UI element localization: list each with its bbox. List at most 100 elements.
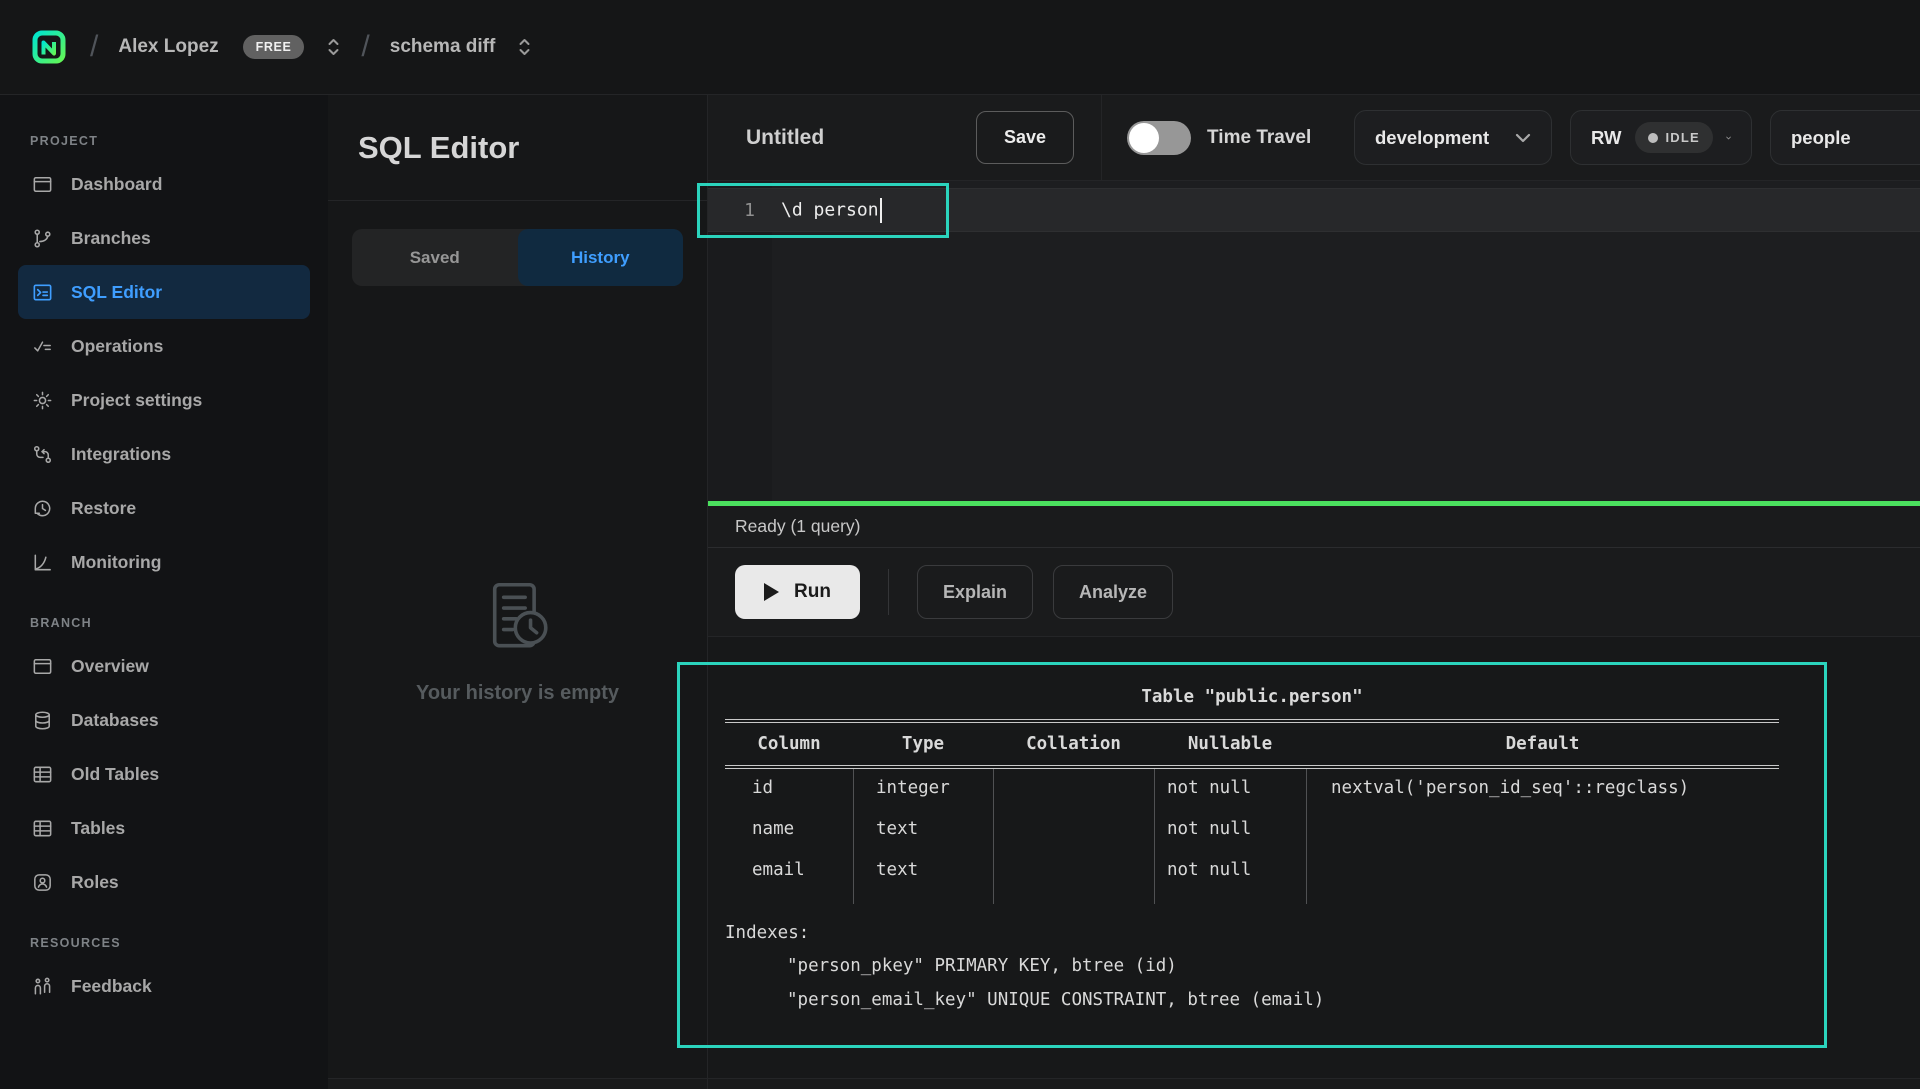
table-cell: nextval('person_id_seq'::regclass) <box>1306 769 1779 810</box>
save-button[interactable]: Save <box>976 111 1074 164</box>
explain-button[interactable]: Explain <box>917 565 1033 619</box>
actions-divider <box>888 569 889 615</box>
branches-icon <box>31 227 54 250</box>
indexes-section: Indexes: "person_pkey" PRIMARY KEY, btre… <box>725 917 1779 1017</box>
result-table-body: id integer not null nextval('person_id_s… <box>725 769 1779 904</box>
indexes-label: Indexes: <box>725 917 1779 949</box>
table-cell: id <box>725 769 853 810</box>
database-selector[interactable]: people <box>1770 110 1920 165</box>
results-panel: Table "public.person" Column Type Collat… <box>708 637 1920 1089</box>
sidebar-item-operations[interactable]: Operations <box>18 319 310 373</box>
connection-controls: development RW IDLE people <box>1354 110 1920 165</box>
sidebar-item-overview[interactable]: Overview <box>18 639 310 693</box>
status-dot-icon <box>1648 133 1658 143</box>
account-name[interactable]: Alex Lopez <box>118 36 218 58</box>
code-editor[interactable]: 1 \d person <box>708 181 1920 501</box>
table-cell <box>1306 851 1779 892</box>
sidebar-item-label: SQL Editor <box>71 282 162 303</box>
code-line[interactable]: 1 \d person <box>708 188 1920 232</box>
table-cell-extension <box>993 892 1154 904</box>
branch-selector[interactable]: development <box>1354 110 1552 165</box>
feedback-icon <box>31 975 54 998</box>
code-text: \d person <box>781 198 882 223</box>
column-header: Nullable <box>1154 723 1306 765</box>
sidebar-item-label: Dashboard <box>71 174 162 195</box>
line-number: 1 <box>708 200 772 221</box>
run-label: Run <box>794 581 831 603</box>
sql-editor-icon <box>31 281 54 304</box>
breadcrumb-separator: / <box>90 30 98 64</box>
table-cell <box>993 851 1154 892</box>
table-icon <box>31 817 54 840</box>
table-cell: name <box>725 810 853 851</box>
analyze-button[interactable]: Analyze <box>1053 565 1173 619</box>
sidebar-item-label: Roles <box>71 872 119 893</box>
sidebar-section-project: PROJECT <box>30 134 298 148</box>
saved-history-tabs: Saved History <box>352 229 683 286</box>
chevron-down-icon <box>1515 133 1531 143</box>
result-table-header: Column Type Collation Nullable Default <box>725 723 1779 765</box>
tab-saved[interactable]: Saved <box>352 229 518 286</box>
restore-icon <box>31 497 54 520</box>
sidebar-item-tables[interactable]: Tables <box>18 801 310 855</box>
time-travel-toggle[interactable] <box>1127 121 1191 155</box>
branch-selector-value: development <box>1375 127 1489 149</box>
sidebar-item-label: Integrations <box>71 444 171 465</box>
sidebar-item-restore[interactable]: Restore <box>18 481 310 535</box>
table-icon <box>31 763 54 786</box>
run-button[interactable]: Run <box>735 565 860 619</box>
sidebar-item-integrations[interactable]: Integrations <box>18 427 310 481</box>
column-header: Type <box>853 723 993 765</box>
sidebar-item-label: Branches <box>71 228 151 249</box>
sidebar-item-label: Databases <box>71 710 159 731</box>
sidebar-item-branches[interactable]: Branches <box>18 211 310 265</box>
neon-logo-icon[interactable] <box>28 26 70 68</box>
column-header: Collation <box>993 723 1154 765</box>
table-cell <box>993 769 1154 810</box>
sidebar-item-project-settings[interactable]: Project settings <box>18 373 310 427</box>
table-cell: not null <box>1154 810 1306 851</box>
overview-icon <box>31 655 54 678</box>
table-cell-extension <box>1154 892 1306 904</box>
result-table-title: Table "public.person" <box>725 679 1779 719</box>
project-switcher-icon[interactable] <box>517 35 532 59</box>
sidebar-item-label: Project settings <box>71 390 202 411</box>
compute-mode: RW <box>1591 127 1622 149</box>
table-cell-extension <box>1306 892 1779 904</box>
sidebar-item-databases[interactable]: Databases <box>18 693 310 747</box>
topbar: / Alex Lopez FREE / schema diff <box>0 0 1920 95</box>
compute-status: IDLE <box>1666 130 1700 145</box>
tab-history[interactable]: History <box>518 229 684 286</box>
sidebar-item-label: Restore <box>71 498 136 519</box>
sidebar-item-old-tables[interactable]: Old Tables <box>18 747 310 801</box>
annotation-box-results: Table "public.person" Column Type Collat… <box>677 662 1827 1048</box>
sidebar-item-dashboard[interactable]: Dashboard <box>18 157 310 211</box>
table-cell <box>1306 810 1779 851</box>
editor-main: Untitled Save Time Travel development RW… <box>708 95 1920 1089</box>
integrations-icon <box>31 443 54 466</box>
sidebar-item-roles[interactable]: Roles <box>18 855 310 909</box>
time-travel-label: Time Travel <box>1207 127 1311 149</box>
project-name[interactable]: schema diff <box>390 36 496 58</box>
status-bar: Ready (1 query) <box>708 506 1920 548</box>
empty-history-icon <box>475 574 561 660</box>
text-cursor <box>880 198 883 223</box>
sidebar-item-sql-editor[interactable]: SQL Editor <box>18 265 310 319</box>
toggle-knob <box>1129 123 1159 153</box>
query-title[interactable]: Untitled <box>746 126 976 150</box>
table-cell: email <box>725 851 853 892</box>
account-switcher-icon[interactable] <box>326 35 341 59</box>
breadcrumb-separator: / <box>361 30 369 64</box>
sidebar-section-branch: BRANCH <box>30 616 298 630</box>
compute-selector[interactable]: RW IDLE <box>1570 110 1752 165</box>
sidebar-item-monitoring[interactable]: Monitoring <box>18 535 310 589</box>
dashboard-icon <box>31 173 54 196</box>
sidebar-item-feedback[interactable]: Feedback <box>18 959 310 1013</box>
table-cell: integer <box>853 769 993 810</box>
sidebar: PROJECT Dashboard Branches SQL Editor Op… <box>0 95 328 1089</box>
sql-editor-panel: SQL Editor Saved History Your history is… <box>328 95 708 1089</box>
sidebar-item-label: Overview <box>71 656 149 677</box>
empty-history-text: Your history is empty <box>416 682 619 705</box>
table-cell: not null <box>1154 851 1306 892</box>
sidebar-item-label: Old Tables <box>71 764 159 785</box>
